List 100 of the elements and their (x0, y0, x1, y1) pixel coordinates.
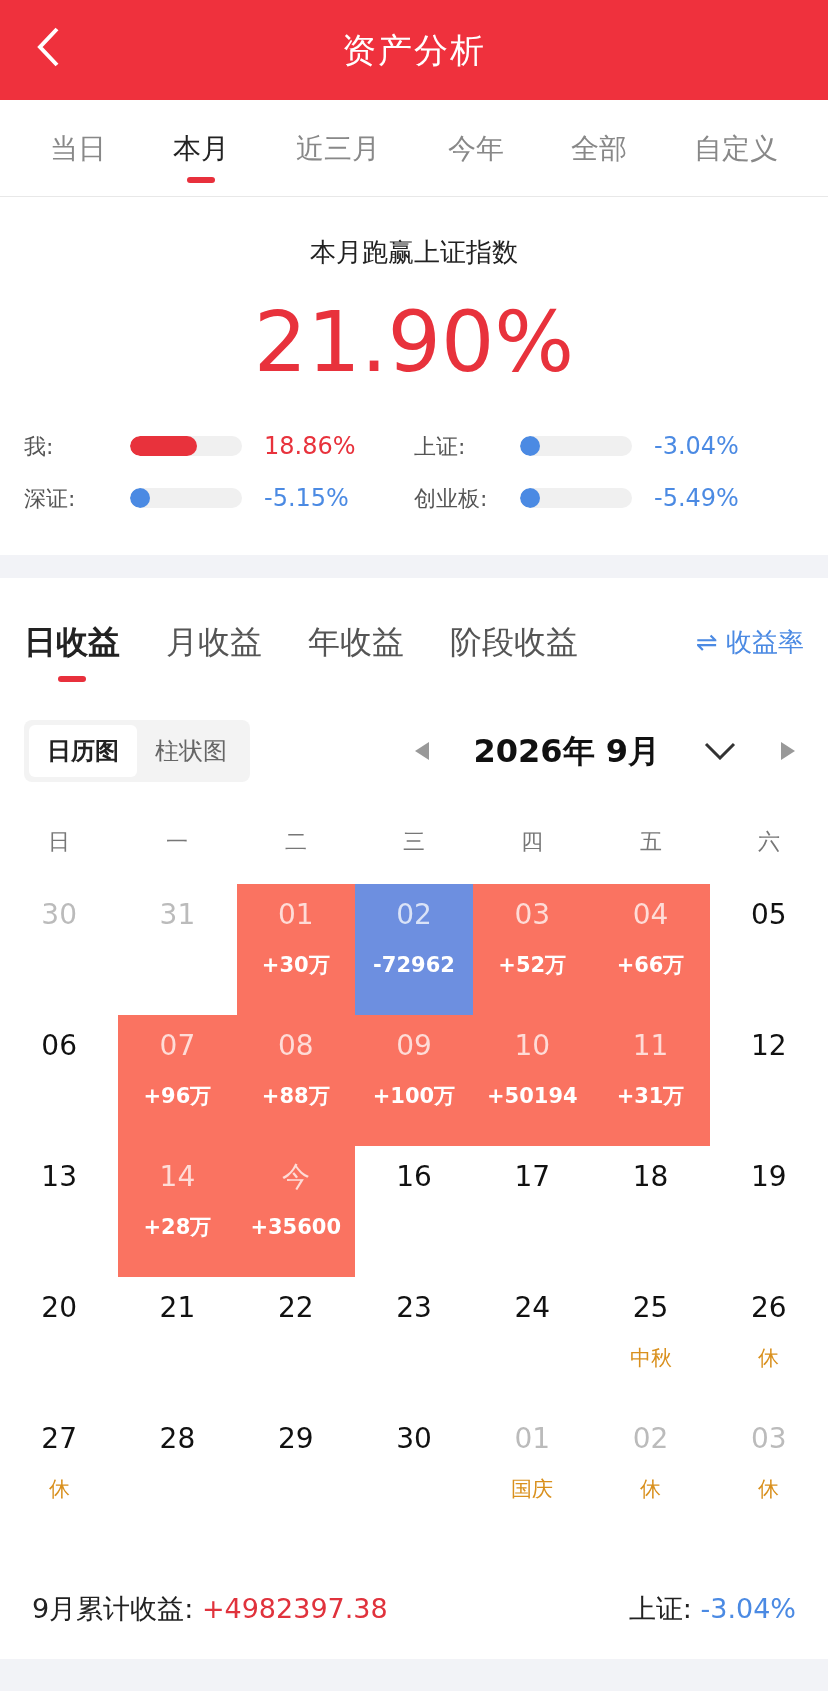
calendar-day-cell[interactable]: 07 +96万 (118, 1015, 237, 1146)
weekday-label: 五 (639, 827, 662, 856)
view-option[interactable]: 柱状图 (137, 725, 245, 777)
day-number: 今 (281, 1160, 310, 1193)
index-value: -3.04% (700, 1593, 796, 1624)
day-number: 11 (632, 1029, 669, 1062)
weekday-label: 一 (166, 827, 189, 856)
total-label: 9月累计收益: (32, 1593, 194, 1624)
day-number: 02 (632, 1422, 669, 1455)
comparison-value: -5.49% (653, 483, 740, 514)
daily-amount: +88万 (261, 1083, 330, 1110)
daily-amount: +66万 (616, 952, 685, 979)
day-number: 12 (751, 1029, 787, 1062)
earnings-tab[interactable]: 日收益 (24, 602, 120, 682)
day-number: 06 (41, 1029, 77, 1062)
day-number: 14 (159, 1160, 196, 1193)
weekday-label: 四 (521, 827, 544, 856)
comparison-label: 深证: (24, 484, 77, 513)
daily-amount: -72962 (373, 952, 455, 979)
page-title: 资产分析 (342, 28, 486, 72)
day-number: 26 (751, 1291, 787, 1324)
rate-toggle-button[interactable]: ⇌ 收益率 (695, 622, 804, 662)
comparison-value: -5.15% (263, 483, 350, 514)
day-number: 04 (632, 898, 669, 931)
period-tab[interactable]: 近三月 (296, 100, 381, 197)
holiday-label: 休 (758, 1345, 780, 1372)
period-tab[interactable]: 本月 (173, 100, 229, 197)
day-number: 20 (41, 1291, 77, 1324)
view-option[interactable]: 日历图 (29, 725, 137, 777)
day-number: 31 (159, 898, 196, 931)
earnings-tab[interactable]: 年收益 (308, 602, 404, 682)
weekday-label: 日 (48, 827, 71, 856)
day-number: 23 (396, 1291, 432, 1324)
chevron-down-icon[interactable] (704, 742, 736, 760)
calendar-day-cell[interactable]: 今 +35600 (236, 1146, 355, 1277)
calendar-day-cell[interactable]: 04 +66万 (591, 884, 710, 1015)
comparison-label: 上证: (414, 432, 467, 461)
day-number: 02 (396, 898, 432, 931)
calendar-day-cell[interactable]: 09 +100万 (354, 1015, 474, 1146)
day-number: 01 (277, 898, 314, 931)
weekday-label: 六 (757, 827, 780, 856)
day-number: 27 (41, 1422, 77, 1455)
calendar-day-cell[interactable]: 11 +31万 (591, 1015, 710, 1146)
calendar-day-cell[interactable]: 03 +52万 (473, 884, 592, 1015)
weekday-label: 三 (403, 827, 425, 856)
weekday-label: 二 (284, 827, 307, 856)
period-tab[interactable]: 今年 (447, 100, 504, 197)
holiday-label: 休 (640, 1476, 662, 1503)
holiday-label: 国庆 (511, 1476, 554, 1503)
daily-amount: +96万 (143, 1083, 212, 1110)
comparison-label: 创业板: (414, 484, 489, 513)
day-number: 21 (159, 1291, 196, 1324)
day-number: 22 (277, 1291, 314, 1324)
daily-amount: +52万 (498, 952, 567, 979)
calendar-day-cell[interactable]: 14 +28万 (118, 1146, 237, 1277)
previous-icon[interactable] (413, 741, 430, 761)
day-number: 05 (751, 898, 787, 931)
day-number: 10 (514, 1029, 551, 1062)
outperform-value: 21.90% (253, 300, 575, 384)
earnings-tab[interactable]: 月收益 (166, 602, 262, 682)
calendar-day-cell[interactable]: 01 +30万 (236, 884, 355, 1015)
next-icon[interactable] (780, 741, 796, 761)
calendar-day-cell[interactable]: 10 +50194 (473, 1015, 592, 1146)
period-tab[interactable]: 自定义 (694, 100, 779, 197)
comparison-value: -3.04% (653, 431, 740, 462)
daily-amount: +50194 (486, 1083, 578, 1110)
back-icon[interactable] (36, 26, 60, 68)
day-number: 09 (396, 1029, 432, 1062)
day-number: 08 (277, 1029, 314, 1062)
day-number: 25 (632, 1291, 669, 1324)
daily-amount: +100万 (372, 1083, 456, 1110)
day-number: 24 (514, 1291, 551, 1324)
daily-amount: +35600 (250, 1214, 342, 1241)
day-number: 30 (41, 898, 77, 931)
comparison-label: 我: (24, 432, 55, 461)
day-number: 19 (751, 1160, 787, 1193)
day-number: 01 (514, 1422, 551, 1455)
day-number: 28 (159, 1422, 196, 1455)
day-number: 03 (751, 1422, 787, 1455)
month-label[interactable]: 2026年 9月 (473, 727, 660, 775)
summary-title: 本月跑赢上证指数 (309, 236, 519, 269)
daily-amount: +28万 (143, 1214, 212, 1241)
day-number: 16 (396, 1160, 432, 1193)
holiday-label: 休 (48, 1476, 70, 1503)
calendar-day-cell[interactable]: 02 -72962 (354, 884, 474, 1015)
daily-amount: +30万 (261, 952, 330, 979)
day-number: 29 (277, 1422, 314, 1455)
holiday-label: 休 (758, 1476, 780, 1503)
day-number: 30 (396, 1422, 432, 1455)
index-label: 上证: (628, 1593, 692, 1624)
day-number: 07 (159, 1029, 196, 1062)
day-number: 13 (41, 1160, 77, 1193)
total-value: +4982397.38 (201, 1593, 388, 1624)
holiday-label: 中秋 (629, 1345, 672, 1372)
earnings-tab[interactable]: 阶段收益 (450, 602, 578, 682)
calendar-day-cell[interactable]: 08 +88万 (236, 1015, 355, 1146)
day-number: 18 (632, 1160, 669, 1193)
day-number: 17 (514, 1160, 551, 1193)
period-tab[interactable]: 全部 (570, 100, 627, 197)
period-tab[interactable]: 当日 (49, 100, 106, 197)
